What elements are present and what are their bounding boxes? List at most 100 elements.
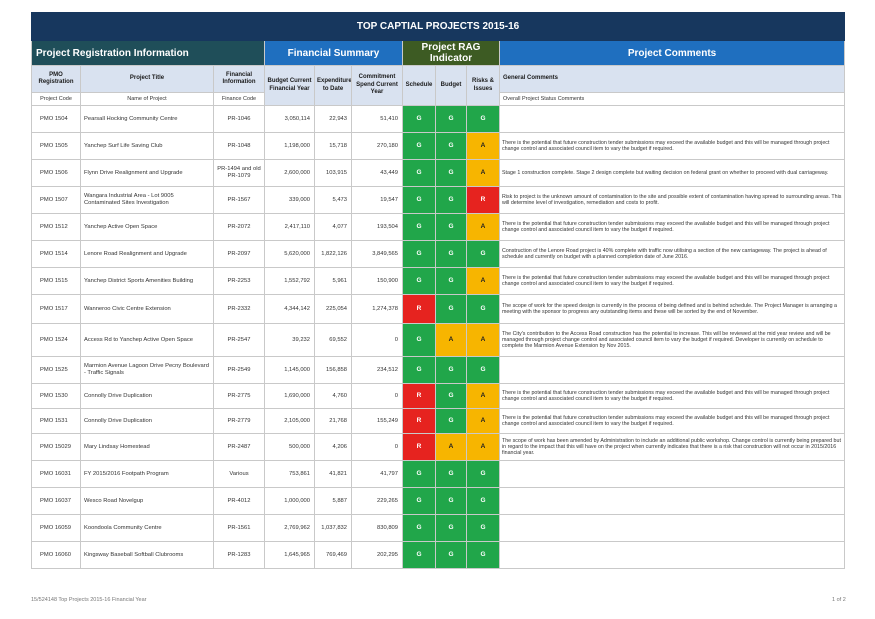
risks-rag-cell: G xyxy=(466,294,500,324)
commitment-cell: 830,809 xyxy=(351,514,403,542)
schedule-rag-cell: G xyxy=(402,159,436,187)
risks-rag-cell: G xyxy=(466,514,500,542)
commitment-cell: 1,274,378 xyxy=(351,294,403,324)
risks-rag-cell: A xyxy=(466,159,500,187)
subheader-status: Overall Project Status Comments xyxy=(498,92,846,106)
commitment-cell: 3,849,565 xyxy=(351,240,403,268)
header-schedule: Schedule xyxy=(402,65,436,106)
budget-rag-cell: G xyxy=(435,460,467,488)
expenditure-cell: 41,821 xyxy=(314,460,352,488)
budget-rag-cell: A xyxy=(435,433,467,461)
schedule-rag-cell: R xyxy=(402,383,436,409)
comment-cell: There is the potential that future const… xyxy=(498,213,846,241)
project-code-cell: PMO 1504 xyxy=(31,105,81,133)
budget-cell: 4,344,142 xyxy=(264,294,315,324)
schedule-rag-cell: G xyxy=(402,541,436,569)
project-code-cell: PMO 1506 xyxy=(31,159,81,187)
finance-code-cell: PR-2547 xyxy=(213,323,265,357)
risks-rag-cell: A xyxy=(466,433,500,461)
commitment-cell: 51,410 xyxy=(351,105,403,133)
commitment-cell: 0 xyxy=(351,433,403,461)
table-row: PMO 1512 Yanchep Active Open Space PR-2072… xyxy=(31,213,846,241)
header-commitment: Commitment Spend Current Year xyxy=(351,65,403,106)
comment-cell xyxy=(498,487,846,515)
schedule-rag-cell: G xyxy=(402,240,436,268)
project-name-cell: Wesco Road Novelgup xyxy=(80,487,214,515)
project-code-cell: PMO 16031 xyxy=(31,460,81,488)
header-risks: Risks & Issues xyxy=(466,65,500,106)
budget-rag-cell: G xyxy=(435,541,467,569)
commitment-cell: 0 xyxy=(351,323,403,357)
budget-rag-cell: G xyxy=(435,105,467,133)
expenditure-cell: 5,961 xyxy=(314,267,352,295)
comment-cell xyxy=(498,541,846,569)
schedule-rag-cell: R xyxy=(402,433,436,461)
commitment-cell: 0 xyxy=(351,383,403,409)
project-name-cell: Access Rd to Yanchep Active Open Space xyxy=(80,323,214,357)
project-name-cell: Flynn Drive Realignment and Upgrade xyxy=(80,159,214,187)
risks-rag-cell: G xyxy=(466,541,500,569)
commitment-cell: 202,295 xyxy=(351,541,403,569)
section-rag: Project RAG Indicator xyxy=(402,40,500,66)
table-row: PMO 1506 Flynn Drive Realignment and Upgr… xyxy=(31,159,846,187)
project-name-cell: FY 2015/2016 Footpath Program xyxy=(80,460,214,488)
footer-doc-ref: 15/524148 Top Projects 2015-16 Financial… xyxy=(31,597,147,603)
budget-rag-cell: G xyxy=(435,487,467,515)
budget-rag-cell: G xyxy=(435,159,467,187)
project-code-cell: PMO 1530 xyxy=(31,383,81,409)
commitment-cell: 43,449 xyxy=(351,159,403,187)
expenditure-cell: 69,552 xyxy=(314,323,352,357)
commitment-cell: 193,504 xyxy=(351,213,403,241)
project-code-cell: PMO 1525 xyxy=(31,356,81,384)
table-row: PMO 1525 Marmion Avenue Lagoon Drive Pecn… xyxy=(31,356,846,384)
finance-code-cell: PR-2549 xyxy=(213,356,265,384)
table-row: PMO 16060 Kingsway Baseball Softball Club… xyxy=(31,541,846,569)
project-code-cell: PMO 16059 xyxy=(31,514,81,542)
commitment-cell: 155,249 xyxy=(351,408,403,434)
budget-cell: 2,769,962 xyxy=(264,514,315,542)
table-row: PMO 1504 Pearsall Hocking Community Centr… xyxy=(31,105,846,133)
comment-cell: Stage 1 construction complete. Stage 2 d… xyxy=(498,159,846,187)
project-code-cell: PMO 16060 xyxy=(31,541,81,569)
table-row: PMO 1514 Lenore Road Realignment and Upgr… xyxy=(31,240,846,268)
budget-cell: 2,105,000 xyxy=(264,408,315,434)
table-row: PMO 1517 Wanneroo Civic Centre Extension P… xyxy=(31,294,846,324)
schedule-rag-cell: G xyxy=(402,460,436,488)
project-name-cell: Connolly Drive Duplication xyxy=(80,383,214,409)
section-financial: Financial Summary xyxy=(264,40,403,66)
project-code-cell: PMO 16037 xyxy=(31,487,81,515)
project-name-cell: Mary Lindsay Homestead xyxy=(80,433,214,461)
table-row: PMO 16031 FY 2015/2016 Footpath Program Va… xyxy=(31,460,846,488)
risks-rag-cell: A xyxy=(466,408,500,434)
schedule-rag-cell: G xyxy=(402,267,436,295)
project-name-cell: Koondoola Community Centre xyxy=(80,514,214,542)
project-name-cell: Kingsway Baseball Softball Clubrooms xyxy=(80,541,214,569)
budget-cell: 500,000 xyxy=(264,433,315,461)
project-name-cell: Yanchep Active Open Space xyxy=(80,213,214,241)
budget-rag-cell: G xyxy=(435,408,467,434)
comment-cell: The City's contribution to the Access Ro… xyxy=(498,323,846,357)
expenditure-cell: 5,887 xyxy=(314,487,352,515)
expenditure-cell: 5,473 xyxy=(314,186,352,214)
expenditure-cell: 769,469 xyxy=(314,541,352,569)
budget-rag-cell: G xyxy=(435,294,467,324)
budget-rag-cell: G xyxy=(435,267,467,295)
project-code-cell: PMO 1512 xyxy=(31,213,81,241)
schedule-rag-cell: G xyxy=(402,356,436,384)
project-code-cell: PMO 1531 xyxy=(31,408,81,434)
table-row: PMO 1515 Yanchep District Sports Amenitie… xyxy=(31,267,846,295)
risks-rag-cell: G xyxy=(466,105,500,133)
comment-cell xyxy=(498,105,846,133)
comment-cell xyxy=(498,356,846,384)
project-code-cell: PMO 1524 xyxy=(31,323,81,357)
finance-code-cell: PR-2253 xyxy=(213,267,265,295)
table-row: PMO 16037 Wesco Road Novelgup PR-4012 1,000… xyxy=(31,487,846,515)
finance-code-cell: PR-2775 xyxy=(213,383,265,409)
finance-code-cell: PR-1048 xyxy=(213,132,265,160)
expenditure-cell: 21,768 xyxy=(314,408,352,434)
project-code-cell: PMO 1514 xyxy=(31,240,81,268)
schedule-rag-cell: R xyxy=(402,408,436,434)
table-row: PMO 1507 Wangara Industrial Area - Lot 90… xyxy=(31,186,846,214)
budget-rag-cell: A xyxy=(435,323,467,357)
schedule-rag-cell: G xyxy=(402,323,436,357)
